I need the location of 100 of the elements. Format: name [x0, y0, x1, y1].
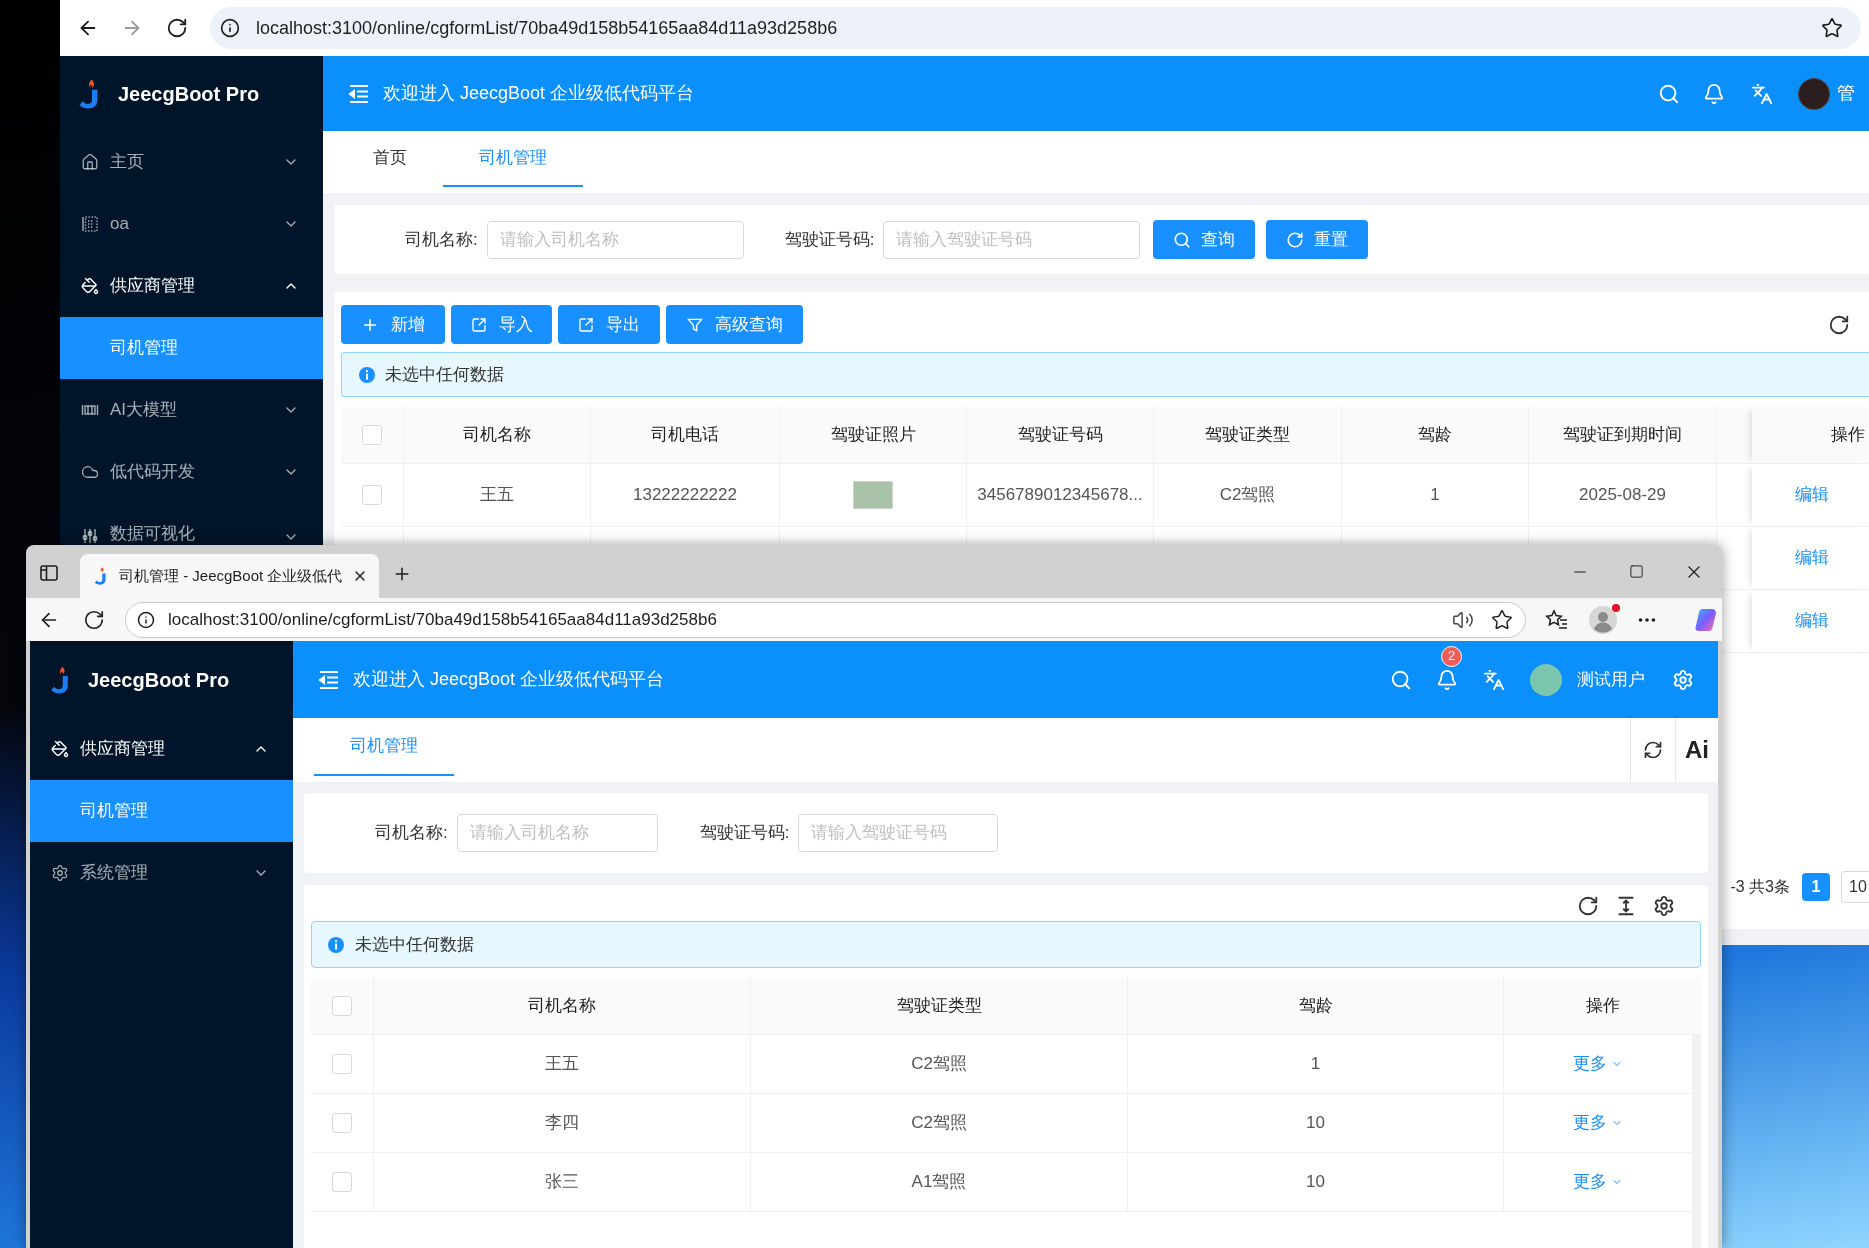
checkbox[interactable] — [332, 1054, 352, 1074]
star-icon[interactable] — [1491, 608, 1513, 631]
reload-icon[interactable] — [1828, 313, 1850, 336]
star-icon[interactable] — [1821, 17, 1843, 39]
sidebar-item[interactable]: 低代码开发 — [60, 441, 323, 503]
paint-bucket-icon — [51, 740, 69, 758]
browser-tab[interactable]: 司机管理 - JeecgBoot 企业级低代 — [80, 554, 379, 598]
search-icon — [1173, 230, 1192, 249]
tab[interactable]: 首页 — [337, 131, 443, 187]
user-icon[interactable] — [1589, 605, 1617, 634]
action-link[interactable]: 编辑 — [1795, 482, 1829, 508]
translate-icon[interactable] — [1483, 668, 1505, 691]
column-header: 驾驶证类型 — [1154, 407, 1342, 463]
field-label: 司机名称: — [375, 822, 448, 845]
advanced-search-button[interactable]: 高级查询 — [666, 305, 803, 344]
table-cell: 李四 — [374, 1094, 751, 1152]
text-input[interactable]: 请输入司机名称 — [486, 220, 744, 259]
checkbox[interactable] — [332, 995, 352, 1016]
search-icon[interactable] — [1390, 668, 1412, 691]
sidebar-item[interactable]: 主页 — [60, 131, 323, 193]
info-icon — [328, 936, 344, 953]
sidebar-item[interactable]: 供应商管理 — [30, 718, 293, 780]
tab[interactable]: 司机管理 — [314, 718, 454, 776]
translate-icon[interactable] — [1751, 82, 1773, 105]
text-input[interactable]: 请输入司机名称 — [456, 814, 658, 852]
reset-icon — [1286, 230, 1305, 249]
avatar-icon[interactable] — [1798, 77, 1830, 110]
search-icon[interactable] — [1658, 82, 1680, 105]
sidebar-item[interactable]: 司机管理 — [60, 317, 323, 379]
bell-icon[interactable] — [1703, 82, 1725, 105]
notification-badge: 2 — [1441, 645, 1462, 667]
action-link[interactable]: 编辑 — [1795, 545, 1829, 571]
table-cell: 2025-08-29 — [1529, 464, 1717, 526]
text-input[interactable]: 请输入驾驶证号码 — [883, 220, 1141, 259]
column-header: 操作 — [1752, 407, 1869, 463]
filter-icon — [686, 316, 703, 333]
table-cell: A1驾照 — [751, 1153, 1128, 1211]
refresh-icon[interactable] — [1643, 740, 1663, 760]
table-cell: 13222222222 — [591, 464, 780, 526]
user-name[interactable]: 测试用户 — [1577, 666, 1645, 693]
address-bar[interactable]: localhost:3100/online/cgformList/70ba49d158b54165aa84d11a93d258b6 — [125, 601, 1526, 638]
checkbox[interactable] — [362, 485, 382, 505]
logo-icon — [50, 665, 70, 694]
logo-icon — [78, 78, 100, 109]
reset-button[interactable]: 重置 — [1266, 220, 1369, 259]
column-header: 驾龄 — [1128, 977, 1504, 1034]
table-cell: 王五 — [374, 1035, 751, 1093]
sidebar-item[interactable]: 供应商管理 — [60, 255, 323, 317]
more-link[interactable]: 更多 — [1573, 1169, 1623, 1195]
page-button[interactable]: 1 — [1802, 873, 1830, 901]
page-size-select[interactable]: 10 — [1841, 871, 1869, 903]
table-cell: 10 — [1128, 1153, 1504, 1211]
sidebar-item[interactable]: oa — [60, 193, 323, 255]
table-cell: 1 — [1342, 464, 1529, 526]
user-name[interactable]: 管 — [1837, 80, 1855, 107]
sidebar-item[interactable]: 系统管理 — [30, 842, 293, 904]
column-header: 驾驶证号码 — [967, 407, 1154, 463]
field-label: 驾驶证号码: — [699, 822, 790, 845]
gear-icon — [51, 864, 69, 882]
search-button[interactable]: 查询 — [1153, 220, 1256, 259]
maximize-icon[interactable] — [1629, 564, 1644, 579]
alert-message: 未选中任何数据 — [385, 363, 504, 386]
reload-icon[interactable] — [1577, 895, 1599, 917]
reload-icon[interactable] — [166, 17, 188, 39]
panel-icon[interactable] — [39, 563, 59, 583]
tab[interactable]: 司机管理 — [443, 131, 583, 187]
table-cell: C2驾照 — [751, 1035, 1128, 1093]
alert-message: 未选中任何数据 — [355, 933, 474, 956]
info-icon — [137, 610, 155, 629]
table-cell: 王五 — [404, 464, 591, 526]
favorites-icon[interactable] — [1545, 607, 1569, 632]
paint-bucket-icon — [81, 277, 99, 295]
sidebar-item[interactable]: 数据可视化 — [60, 503, 323, 545]
header-title: 欢迎进入 JeecgBoot 企业级低代码平台 — [353, 668, 665, 691]
add-button[interactable]: 新增 — [341, 305, 445, 344]
pagination-summary: -3 共3条 — [1730, 877, 1790, 897]
table-cell: 3456789012345678... — [967, 464, 1154, 526]
import-button[interactable]: 导入 — [451, 305, 552, 344]
header-title: 欢迎进入 JeecgBoot 企业级低代码平台 — [383, 82, 695, 105]
checkbox[interactable] — [332, 1113, 352, 1133]
dotted-square-icon — [81, 215, 99, 233]
reload-icon[interactable] — [83, 608, 105, 631]
address-bar[interactable]: localhost:3100/online/cgformList/70ba49d158b54165aa84d11a93d258b6 — [210, 7, 1861, 49]
column-header: 驾驶证类型 — [751, 977, 1128, 1034]
bell-icon[interactable] — [1436, 668, 1458, 691]
export-button[interactable]: 导出 — [558, 305, 660, 344]
more-link[interactable]: 更多 — [1573, 1110, 1623, 1136]
more-link[interactable]: 更多 — [1573, 1051, 1623, 1077]
checkbox[interactable] — [332, 1172, 352, 1192]
square-arrow-icon — [470, 316, 487, 333]
checkbox[interactable] — [362, 425, 382, 445]
settings-icon[interactable] — [1653, 895, 1675, 917]
column-header: 驾驶证照片 — [780, 407, 967, 463]
action-link[interactable]: 编辑 — [1795, 608, 1829, 634]
sliders-icon — [81, 527, 99, 545]
column-header: 司机电话 — [591, 407, 780, 463]
text-input[interactable]: 请输入驾驶证号码 — [798, 814, 999, 852]
info-icon — [359, 366, 375, 383]
sidebar-item[interactable]: AI大模型 — [60, 379, 323, 441]
sidebar-item[interactable]: 司机管理 — [30, 780, 293, 842]
